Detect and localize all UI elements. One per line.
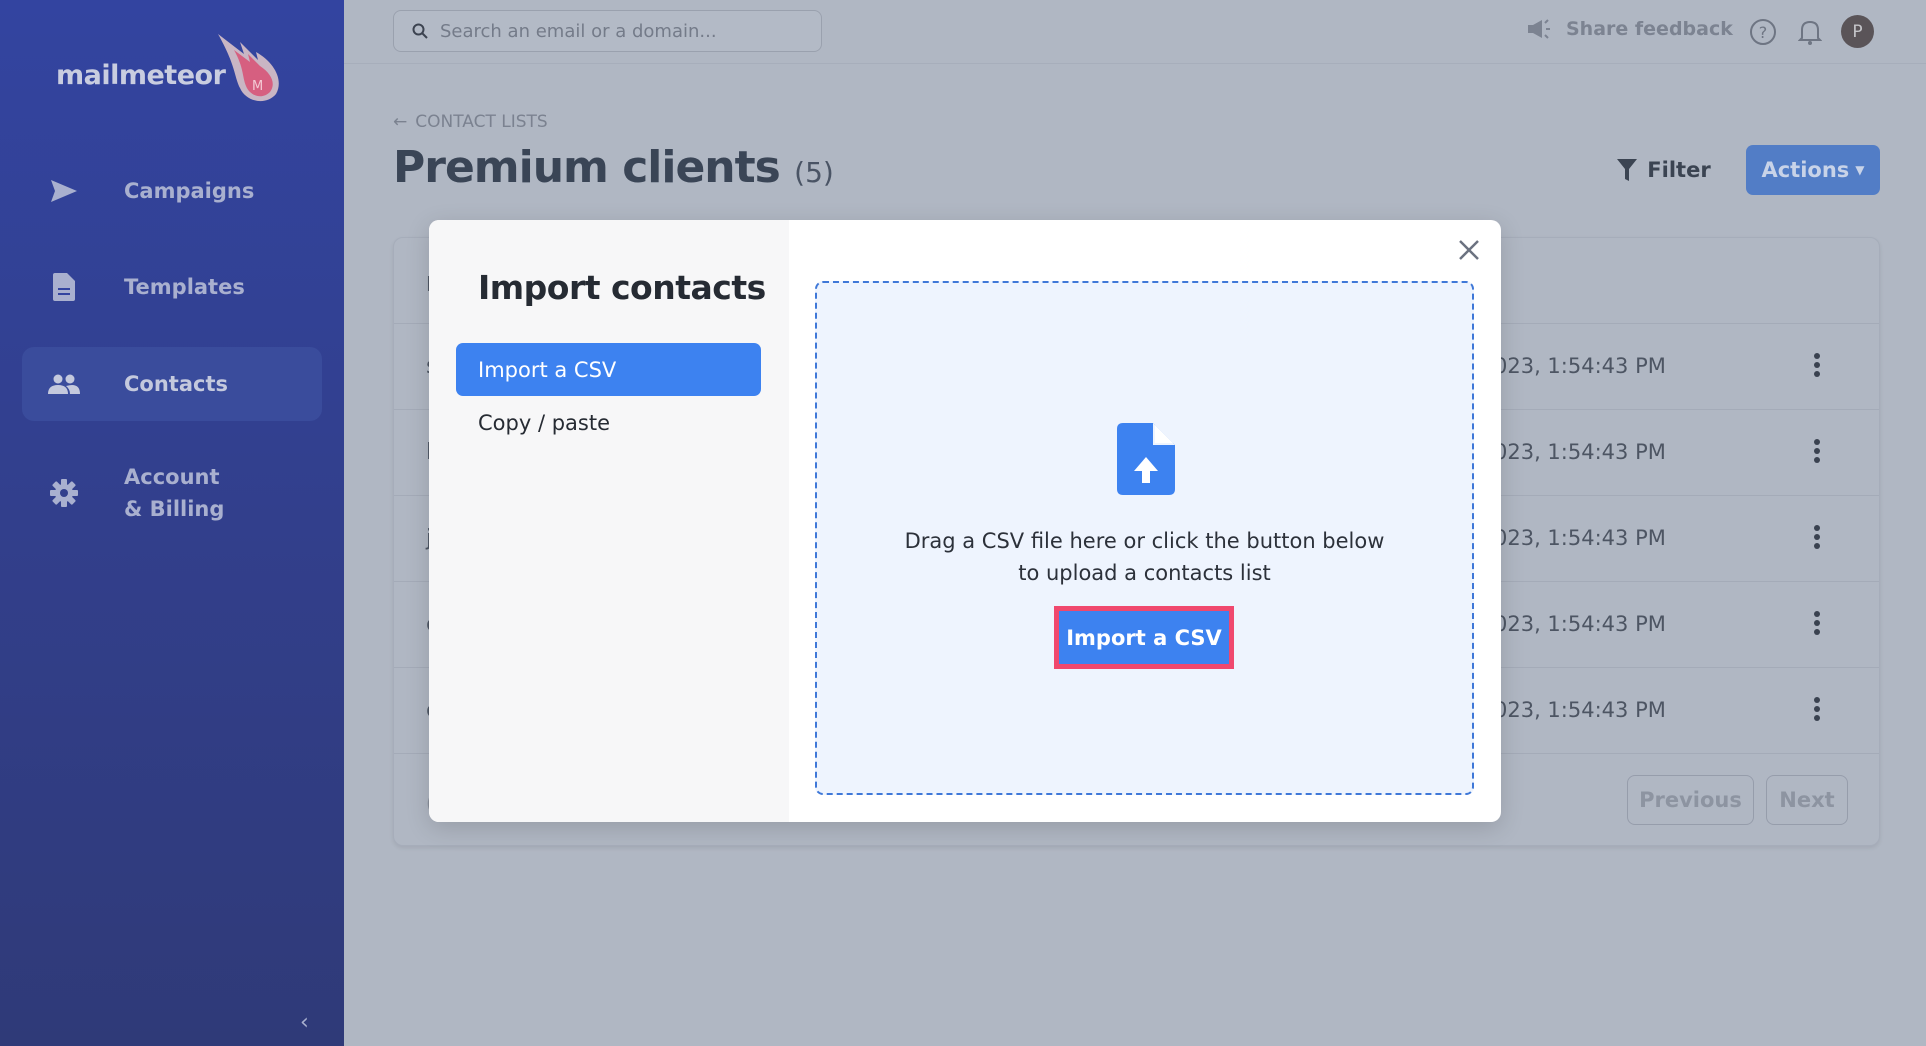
- svg-text:?: ?: [1759, 23, 1768, 42]
- document-icon: [42, 273, 86, 301]
- meteor-logo-icon: M: [218, 34, 279, 102]
- file-upload-icon: [1117, 423, 1175, 495]
- date-cell: 023, 1:54:43 PM: [1494, 698, 1666, 722]
- sidebar-item-label: Account: [124, 465, 220, 489]
- sidebar-item-label: Templates: [124, 275, 245, 299]
- previous-page-button[interactable]: Previous: [1627, 775, 1754, 825]
- gear-icon: [42, 479, 86, 507]
- search-icon: [412, 23, 428, 39]
- modal-sidebar: Import contacts Import a CSV Copy / past…: [429, 220, 789, 822]
- more-options-icon[interactable]: [1813, 696, 1821, 722]
- breadcrumb-back-link[interactable]: ← CONTACT LISTS: [393, 112, 548, 132]
- logo-letter: M: [252, 79, 263, 94]
- share-feedback-button[interactable]: Share feedback: [1526, 18, 1733, 40]
- close-icon[interactable]: [1457, 238, 1481, 262]
- help-icon[interactable]: ?: [1749, 18, 1777, 46]
- csv-dropzone[interactable]: Drag a CSV file here or click the button…: [815, 281, 1474, 795]
- more-options-icon[interactable]: [1813, 524, 1821, 550]
- tab-import-csv[interactable]: Import a CSV: [456, 343, 761, 396]
- page-title-text: Premium clients: [393, 142, 781, 193]
- filter-icon: [1617, 159, 1638, 181]
- next-page-button[interactable]: Next: [1766, 775, 1848, 825]
- tab-copy-paste[interactable]: Copy / paste: [456, 396, 761, 449]
- sidebar-item-contacts[interactable]: Contacts: [22, 347, 322, 421]
- import-contacts-modal: Import contacts Import a CSV Copy / past…: [429, 220, 1501, 822]
- users-icon: [42, 374, 86, 394]
- filter-label: Filter: [1647, 158, 1711, 182]
- sidebar-item-label: Contacts: [124, 372, 228, 396]
- date-cell: 023, 1:54:43 PM: [1494, 526, 1666, 550]
- send-icon: [42, 179, 86, 203]
- actions-dropdown-button[interactable]: Actions ▼: [1746, 145, 1880, 195]
- megaphone-icon: [1528, 19, 1550, 39]
- sidebar: mailmeteor M Campaigns Templates Contact…: [0, 0, 344, 1046]
- more-options-icon[interactable]: [1813, 438, 1821, 464]
- sidebar-item-label: Campaigns: [124, 179, 255, 203]
- sidebar-item-campaigns[interactable]: Campaigns: [22, 154, 322, 228]
- sidebar-item-templates[interactable]: Templates: [22, 250, 322, 324]
- sidebar-item-account-billing[interactable]: Account & Billing: [22, 454, 322, 532]
- topbar: Search an email or a domain... Share fee…: [344, 0, 1926, 64]
- actions-label: Actions: [1761, 158, 1850, 182]
- caret-down-icon: ▼: [1855, 163, 1865, 177]
- sidebar-item-label-2: & Billing: [124, 497, 225, 521]
- bell-icon[interactable]: [1798, 18, 1822, 46]
- search-input[interactable]: Search an email or a domain...: [393, 10, 822, 52]
- arrow-left-icon: ←: [393, 112, 408, 132]
- import-csv-button[interactable]: Import a CSV: [1054, 606, 1234, 669]
- instruction-line-1: Drag a CSV file here or click the button…: [904, 529, 1385, 553]
- date-cell: 023, 1:54:43 PM: [1494, 440, 1666, 464]
- share-feedback-label: Share feedback: [1566, 18, 1733, 40]
- breadcrumb-label: CONTACT LISTS: [415, 112, 548, 132]
- modal-title: Import contacts: [478, 268, 766, 307]
- search-placeholder: Search an email or a domain...: [440, 20, 717, 42]
- page-title: Premium clients (5): [393, 142, 834, 193]
- more-options-icon[interactable]: [1813, 610, 1821, 636]
- instruction-line-2: to upload a contacts list: [1018, 561, 1271, 585]
- filter-button[interactable]: Filter: [1596, 145, 1732, 195]
- date-cell: 023, 1:54:43 PM: [1494, 354, 1666, 378]
- avatar[interactable]: P: [1841, 15, 1874, 48]
- dropzone-instructions: Drag a CSV file here or click the button…: [817, 525, 1472, 589]
- collapse-sidebar-chevron-icon[interactable]: ‹: [300, 1010, 309, 1035]
- date-cell: 023, 1:54:43 PM: [1494, 612, 1666, 636]
- contact-count: (5): [794, 156, 834, 189]
- brand-logo-text[interactable]: mailmeteor: [56, 60, 226, 91]
- more-options-icon[interactable]: [1813, 352, 1821, 378]
